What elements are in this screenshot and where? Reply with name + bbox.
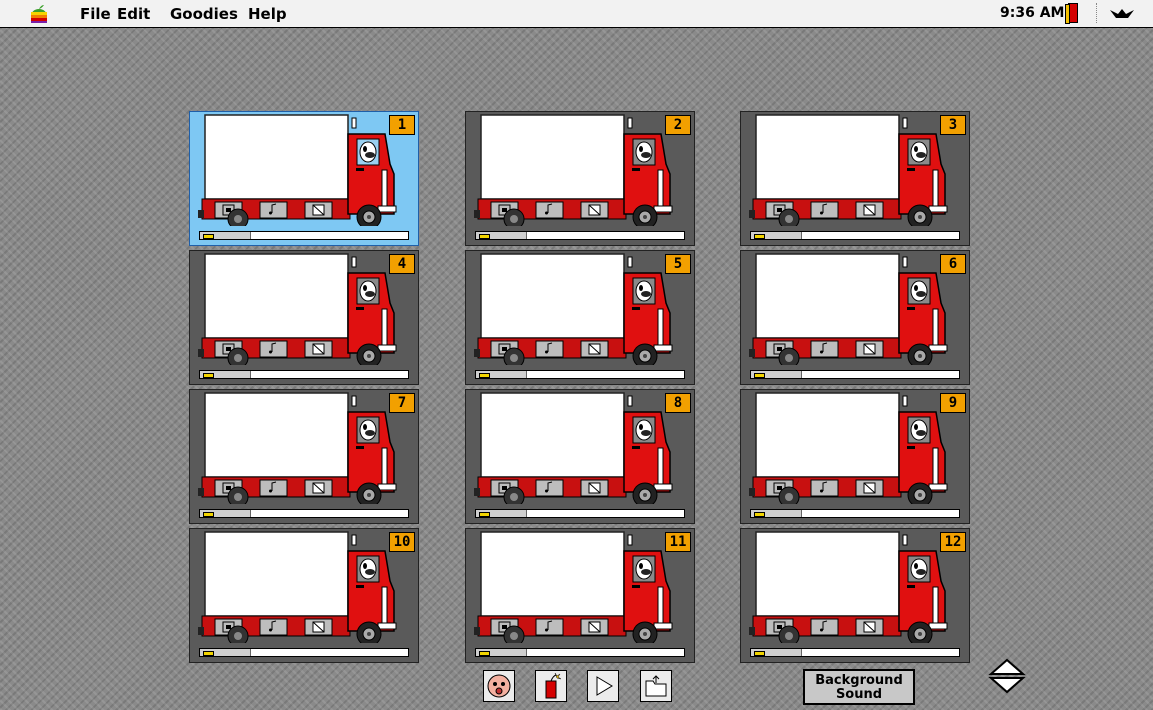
- truck-card-11[interactable]: 11: [465, 528, 695, 663]
- card-volume-bar[interactable]: [750, 648, 960, 657]
- card-number: 1: [389, 115, 415, 135]
- card-number: 12: [940, 532, 966, 552]
- card-number: 2: [665, 115, 691, 135]
- card-volume-bar[interactable]: [199, 509, 409, 518]
- card-volume-bar[interactable]: [750, 509, 960, 518]
- truck-icon: [474, 531, 673, 643]
- truck-icon: [749, 114, 948, 226]
- volume-level-indicator: [479, 512, 490, 517]
- volume-level-indicator: [203, 512, 214, 517]
- card-volume-bar[interactable]: [750, 231, 960, 240]
- volume-level-indicator: [754, 512, 765, 517]
- truck-icon: [198, 114, 397, 226]
- card-number: 9: [940, 393, 966, 413]
- card-volume-bar[interactable]: [199, 231, 409, 240]
- truck-card-1[interactable]: 1: [189, 111, 419, 246]
- truck-icon: [198, 531, 397, 643]
- card-number: 5: [665, 254, 691, 274]
- volume-level-indicator: [203, 651, 214, 656]
- card-number: 4: [389, 254, 415, 274]
- card-volume-bar[interactable]: [475, 231, 685, 240]
- truck-icon: [749, 253, 948, 365]
- face-button[interactable]: [483, 670, 515, 702]
- volume-level-indicator: [754, 373, 765, 378]
- dynamite-button[interactable]: [535, 670, 567, 702]
- menu-file[interactable]: File: [80, 5, 111, 23]
- card-number: 11: [665, 532, 691, 552]
- card-volume-bar[interactable]: [199, 648, 409, 657]
- truck-card-7[interactable]: 7: [189, 389, 419, 524]
- card-volume-bar[interactable]: [475, 648, 685, 657]
- truck-icon: [474, 392, 673, 504]
- truck-icon: [749, 531, 948, 643]
- application-menu-icon[interactable]: [1108, 6, 1136, 22]
- background-sound-label-line2: Sound: [835, 687, 883, 702]
- volume-level-indicator: [479, 234, 490, 239]
- volume-level-indicator: [479, 373, 490, 378]
- truck-card-6[interactable]: 6: [740, 250, 970, 385]
- truck-card-12[interactable]: 12: [740, 528, 970, 663]
- card-volume-bar[interactable]: [475, 509, 685, 518]
- folder-button[interactable]: [640, 670, 672, 702]
- battery-icon[interactable]: [1065, 3, 1078, 24]
- menu-help[interactable]: Help: [248, 5, 287, 23]
- card-volume-bar[interactable]: [750, 370, 960, 379]
- truck-card-9[interactable]: 9: [740, 389, 970, 524]
- truck-card-2[interactable]: 2: [465, 111, 695, 246]
- truck-card-10[interactable]: 10: [189, 528, 419, 663]
- card-number: 10: [389, 532, 415, 552]
- volume-level-indicator: [203, 234, 214, 239]
- menubar-divider: [1096, 3, 1098, 23]
- dynamite-icon: [545, 672, 562, 699]
- truck-icon: [198, 392, 397, 504]
- volume-level-indicator: [203, 373, 214, 378]
- truck-icon: [474, 114, 673, 226]
- card-number: 7: [389, 393, 415, 413]
- card-number: 3: [940, 115, 966, 135]
- background-sound-label-line1: Background: [815, 673, 903, 688]
- background-sound-button[interactable]: Background Sound: [803, 669, 915, 705]
- truck-card-4[interactable]: 4: [189, 250, 419, 385]
- volume-level-indicator: [754, 234, 765, 239]
- play-button[interactable]: [587, 670, 619, 702]
- volume-level-indicator: [754, 651, 765, 656]
- card-number: 6: [940, 254, 966, 274]
- menu-goodies[interactable]: Goodies: [170, 5, 238, 23]
- truck-icon: [474, 253, 673, 365]
- menu-bar: File Edit Goodies Help 9:36 AM: [0, 0, 1153, 28]
- scroll-up-down-icon[interactable]: [985, 658, 1029, 694]
- truck-card-5[interactable]: 5: [465, 250, 695, 385]
- card-volume-bar[interactable]: [475, 370, 685, 379]
- face-icon: [487, 674, 511, 698]
- menubar-clock[interactable]: 9:36 AM: [1000, 5, 1064, 21]
- play-icon: [596, 676, 613, 696]
- truck-icon: [198, 253, 397, 365]
- card-volume-bar[interactable]: [199, 370, 409, 379]
- apple-menu-icon[interactable]: [30, 4, 48, 24]
- card-number: 8: [665, 393, 691, 413]
- volume-level-indicator: [479, 651, 490, 656]
- truck-icon: [749, 392, 948, 504]
- menu-edit[interactable]: Edit: [117, 5, 150, 23]
- folder-icon: [645, 675, 667, 697]
- truck-card-3[interactable]: 3: [740, 111, 970, 246]
- truck-card-8[interactable]: 8: [465, 389, 695, 524]
